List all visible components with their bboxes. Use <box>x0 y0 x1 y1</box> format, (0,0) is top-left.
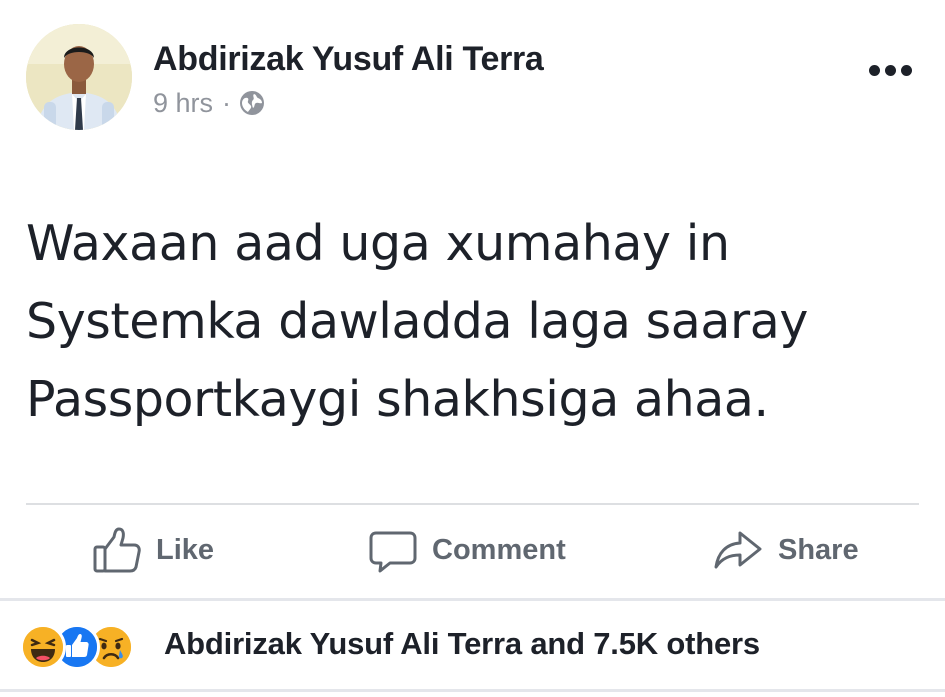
comment-bubble-icon <box>368 525 418 575</box>
share-button[interactable]: Share <box>712 520 859 580</box>
more-dot <box>900 64 912 76</box>
comment-label: Comment <box>432 533 566 566</box>
post-text: Waxaan aad uga xumahay in Systemka dawla… <box>26 205 926 439</box>
post-text-line: Waxaan aad uga xumahay in <box>26 215 730 272</box>
divider <box>0 689 945 692</box>
post-text-line: Passportkaygi shakhsiga ahaa. <box>26 371 769 428</box>
facebook-post: Abdirizak Yusuf Ali Terra 9 hrs · Waxaan… <box>0 0 945 697</box>
more-dot <box>868 64 880 76</box>
more-options-icon[interactable] <box>860 52 920 88</box>
post-meta: 9 hrs · <box>153 86 265 120</box>
globe-icon <box>239 90 265 116</box>
reaction-icons <box>20 620 150 670</box>
like-button[interactable]: Like <box>92 520 214 580</box>
divider <box>0 598 945 601</box>
share-arrow-icon <box>712 525 764 575</box>
like-label: Like <box>156 533 215 566</box>
meta-separator: · <box>222 87 232 118</box>
comment-button[interactable]: Comment <box>368 520 566 580</box>
post-text-line: Systemka dawladda laga saaray <box>26 293 808 350</box>
more-dot <box>884 64 896 76</box>
share-label: Share <box>778 533 859 566</box>
author-name[interactable]: Abdirizak Yusuf Ali Terra <box>153 40 544 79</box>
post-timestamp[interactable]: 9 hrs <box>153 88 213 119</box>
reactions-count-text[interactable]: Abdirizak Yusuf Ali Terra and 7.5K other… <box>164 626 760 662</box>
divider <box>26 503 919 505</box>
thumbs-up-icon <box>92 525 142 575</box>
avatar[interactable] <box>26 24 132 130</box>
haha-icon <box>20 624 66 670</box>
reactions-summary[interactable]: Abdirizak Yusuf Ali Terra and 7.5K other… <box>0 612 945 676</box>
